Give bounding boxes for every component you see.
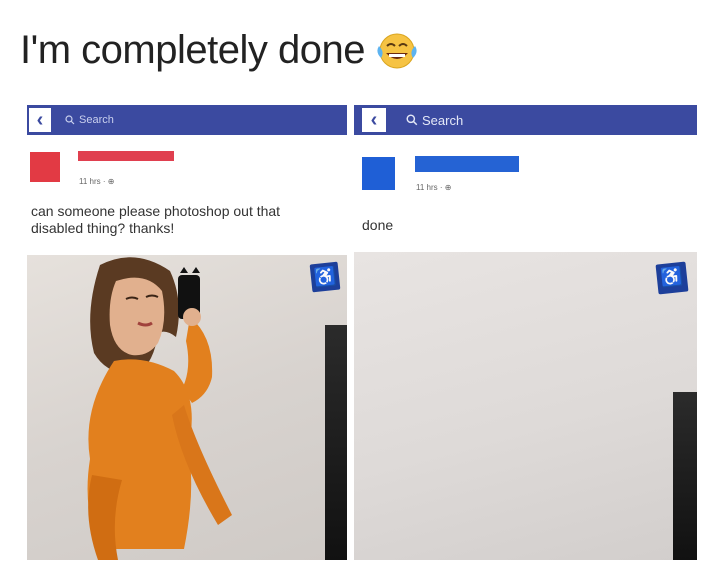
post-timestamp: 11 hrs · ⊕ xyxy=(79,177,115,186)
doorway-shadow xyxy=(673,392,697,560)
woman-selfie-figure xyxy=(87,257,232,560)
back-chevron-icon[interactable]: ‹ xyxy=(362,108,386,132)
top-navigation-bar: ‹ Search xyxy=(354,105,697,135)
laughing-crying-emoji-icon xyxy=(375,31,419,71)
search-field[interactable]: Search xyxy=(406,110,546,130)
edited-post-photo[interactable]: ♿ xyxy=(354,252,697,560)
post-photo[interactable]: ♿ xyxy=(27,255,347,560)
avatar[interactable] xyxy=(30,152,60,182)
wheelchair-sign-icon: ♿ xyxy=(655,261,689,295)
back-chevron-icon[interactable]: ‹ xyxy=(29,108,51,132)
redacted-name[interactable] xyxy=(78,151,174,161)
redacted-name[interactable] xyxy=(415,156,519,172)
search-label: Search xyxy=(79,114,114,126)
post-timestamp: 11 hrs · ⊕ xyxy=(416,183,452,192)
doorway-shadow xyxy=(325,325,347,560)
wheelchair-sign-icon: ♿ xyxy=(309,261,341,293)
original-post-panel: ‹ Search 11 hrs · ⊕ can someone please p… xyxy=(27,105,347,560)
search-label: Search xyxy=(422,112,464,128)
post-text: done xyxy=(362,217,394,233)
reply-post-panel: ‹ Search 11 hrs · ⊕ done ♿ xyxy=(354,105,697,560)
search-icon xyxy=(406,114,418,126)
post-text: can someone please photoshop out that di… xyxy=(31,203,281,236)
caption-text: I'm completely done xyxy=(20,28,365,72)
search-icon xyxy=(65,115,75,125)
search-field[interactable]: Search xyxy=(65,110,185,130)
top-navigation-bar: ‹ Search xyxy=(27,105,347,135)
meme-caption: I'm completely done xyxy=(20,28,419,73)
avatar[interactable] xyxy=(362,157,395,190)
